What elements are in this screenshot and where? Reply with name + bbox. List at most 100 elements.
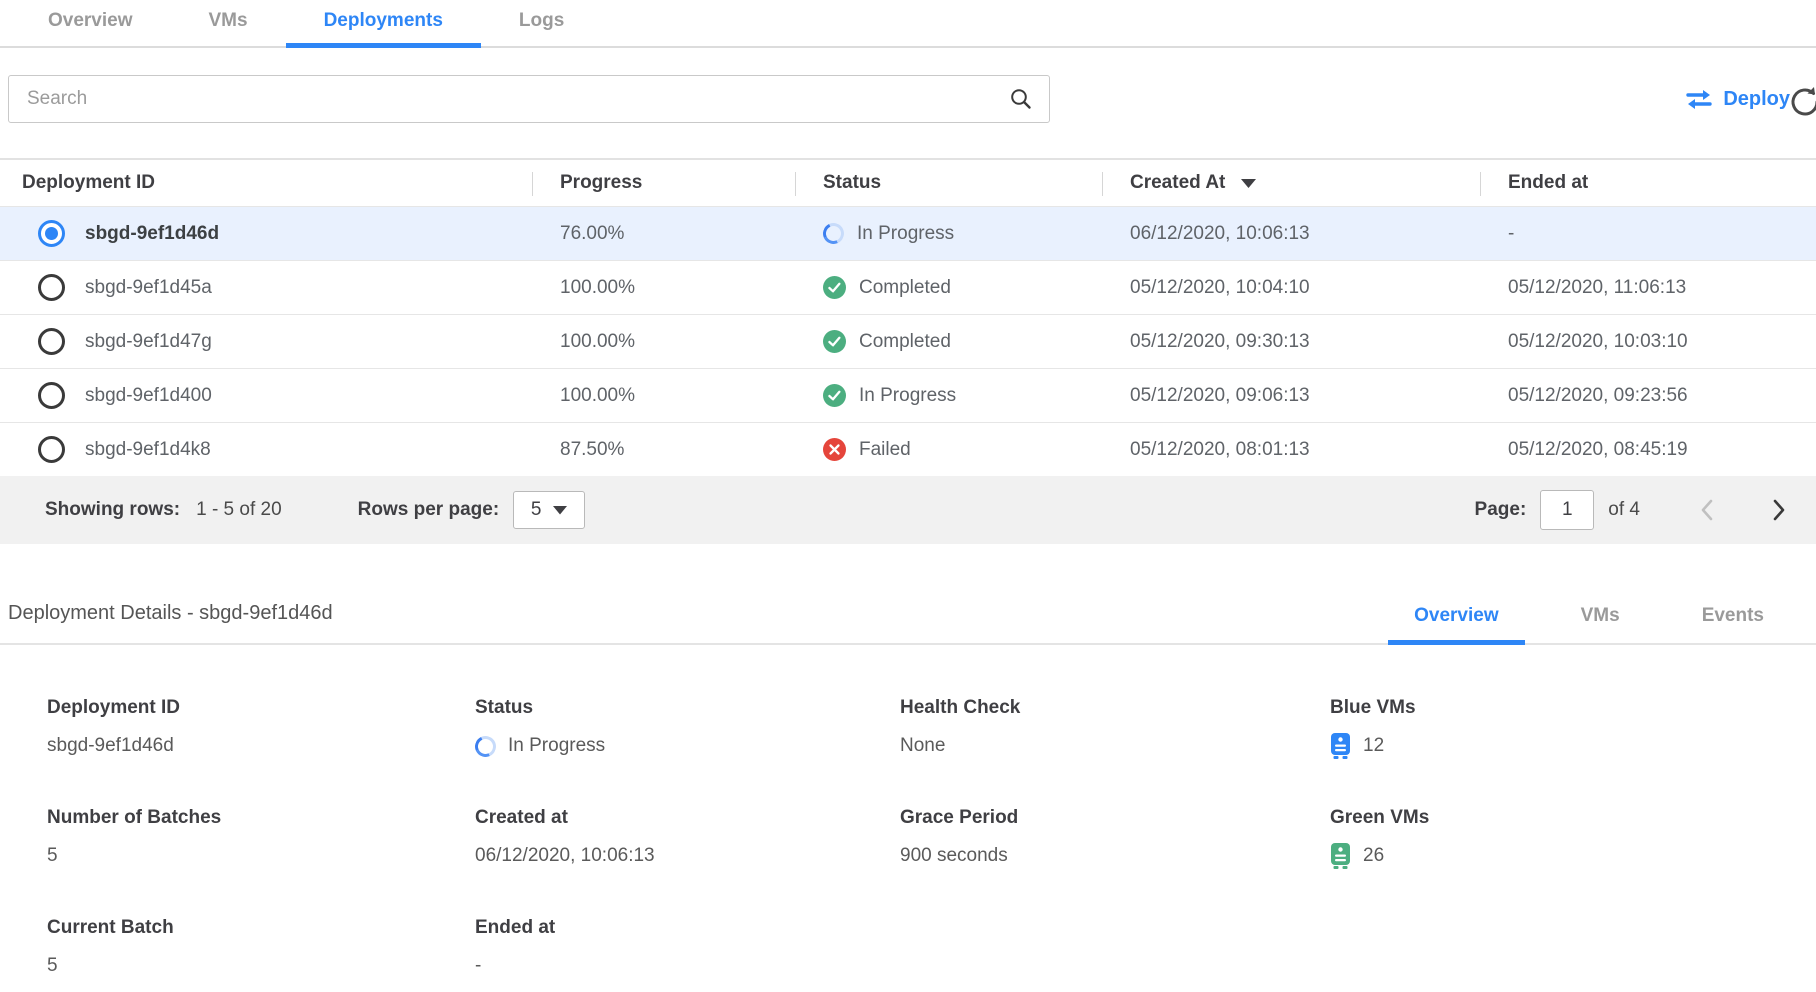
table-row[interactable]: sbgd-9ef1d4k8 87.50% Failed 05/12/2020, … [0,422,1816,476]
page-input[interactable] [1540,490,1594,530]
details-grid: Deployment ID sbgd-9ef1d46d Status In Pr… [0,645,1816,979]
status-label: In Progress [857,223,954,245]
table-row[interactable]: sbgd-9ef1d46d 76.00% In Progress 06/12/2… [0,206,1816,260]
showing-rows-value: 1 - 5 of 20 [196,499,282,521]
swap-arrows-icon [1685,89,1713,110]
row-radio[interactable] [38,328,65,355]
rows-per-page-label: Rows per page: [358,499,499,521]
field-health-check: Health Check None [900,697,1330,759]
showing-rows-label: Showing rows: [45,499,180,521]
field-value: 26 [1363,845,1384,867]
details-tab-overview[interactable]: Overview [1388,605,1525,643]
column-header-ended-at[interactable]: Ended at [1480,160,1816,206]
status-label: Failed [859,439,911,461]
field-label: Current Batch [47,917,475,939]
tab-overview[interactable]: Overview [10,0,171,46]
field-ended-at: Ended at - [475,917,900,979]
created-at-value: 05/12/2020, 10:04:10 [1102,277,1480,299]
vm-server-icon-green [1330,843,1351,869]
status-label: Completed [859,277,951,299]
deployment-id: sbgd-9ef1d4k8 [85,439,211,461]
deployment-id: sbgd-9ef1d45a [85,277,212,299]
sort-desc-icon [1241,179,1256,188]
deployment-id: sbgd-9ef1d46d [85,223,219,245]
field-deployment-id: Deployment ID sbgd-9ef1d46d [47,697,475,759]
row-radio-selected[interactable] [38,220,65,247]
progress-value: 100.00% [532,331,795,353]
field-label: Status [475,697,900,719]
field-label: Ended at [475,917,900,939]
field-label: Health Check [900,697,1330,719]
deploy-button-label: Deploy [1723,88,1790,111]
column-header-created-at[interactable]: Created At [1102,160,1480,206]
row-radio[interactable] [38,382,65,409]
ended-at-value: - [1480,223,1816,245]
table-footer: Showing rows: 1 - 5 of 20 Rows per page:… [0,476,1816,544]
check-circle-icon [823,330,846,353]
tab-vms[interactable]: VMs [171,0,286,46]
page-total: of 4 [1608,499,1640,521]
field-value: 900 seconds [900,845,1008,867]
table-header-row: Deployment ID Progress Status Created At… [0,160,1816,206]
tab-deployments[interactable]: Deployments [286,0,481,46]
table-row[interactable]: sbgd-9ef1d400 100.00% In Progress 05/12/… [0,368,1816,422]
created-at-value: 05/12/2020, 09:30:13 [1102,331,1480,353]
field-status: Status In Progress [475,697,900,759]
row-radio[interactable] [38,274,65,301]
created-at-value: 06/12/2020, 10:06:13 [1102,223,1480,245]
column-header-created-at-label: Created At [1130,172,1225,194]
next-page-button[interactable] [1772,498,1786,522]
ended-at-value: 05/12/2020, 08:45:19 [1480,439,1816,461]
rows-per-page-value: 5 [531,499,542,521]
details-tabbar: Overview VMs Events [1358,605,1816,643]
field-value: 5 [47,845,58,867]
page-label: Page: [1475,499,1527,521]
main-tabbar: Overview VMs Deployments Logs [0,0,1816,48]
ended-at-value: 05/12/2020, 10:03:10 [1480,331,1816,353]
row-radio[interactable] [38,436,65,463]
field-label: Created at [475,807,900,829]
table-row[interactable]: sbgd-9ef1d47g 100.00% Completed 05/12/20… [0,314,1816,368]
progress-value: 100.00% [532,385,795,407]
error-circle-icon [823,438,846,461]
in-progress-spinner-icon [820,220,847,247]
progress-value: 100.00% [532,277,795,299]
column-header-deployment-id[interactable]: Deployment ID [0,160,532,206]
field-value: 5 [47,955,58,977]
in-progress-spinner-icon [472,733,499,760]
field-number-of-batches: Number of Batches 5 [47,807,475,869]
progress-value: 87.50% [532,439,795,461]
field-value: In Progress [508,735,605,757]
deploy-button[interactable]: Deploy [1685,88,1790,111]
check-circle-icon [823,384,846,407]
field-value: sbgd-9ef1d46d [47,735,174,757]
details-tab-events[interactable]: Events [1676,605,1790,643]
details-tab-vms[interactable]: VMs [1555,605,1646,643]
field-green-vms: Green VMs 26 [1330,807,1816,869]
deployments-table: Deployment ID Progress Status Created At… [0,158,1816,544]
ended-at-value: 05/12/2020, 11:06:13 [1480,277,1816,299]
refresh-icon[interactable] [1788,85,1816,121]
deployment-id: sbgd-9ef1d47g [85,331,212,353]
field-label: Blue VMs [1330,697,1816,719]
search-box [8,75,1050,123]
field-label: Deployment ID [47,697,475,719]
table-row[interactable]: sbgd-9ef1d45a 100.00% Completed 05/12/20… [0,260,1816,314]
field-value: 12 [1363,735,1384,757]
details-header: Deployment Details - sbgd-9ef1d46d Overv… [0,602,1816,645]
search-input[interactable] [9,88,1009,110]
deployment-id: sbgd-9ef1d400 [85,385,212,407]
created-at-value: 05/12/2020, 08:01:13 [1102,439,1480,461]
field-created-at: Created at 06/12/2020, 10:06:13 [475,807,900,869]
rows-per-page-select[interactable]: 5 [513,491,585,529]
tab-logs[interactable]: Logs [481,0,602,46]
field-value: 06/12/2020, 10:06:13 [475,845,655,867]
column-header-progress[interactable]: Progress [532,160,795,206]
field-value: - [475,955,481,977]
column-header-status[interactable]: Status [795,160,1102,206]
field-label: Number of Batches [47,807,475,829]
prev-page-button[interactable] [1700,498,1714,522]
field-label: Green VMs [1330,807,1816,829]
vm-server-icon-blue [1330,733,1351,759]
search-icon [1009,87,1049,111]
